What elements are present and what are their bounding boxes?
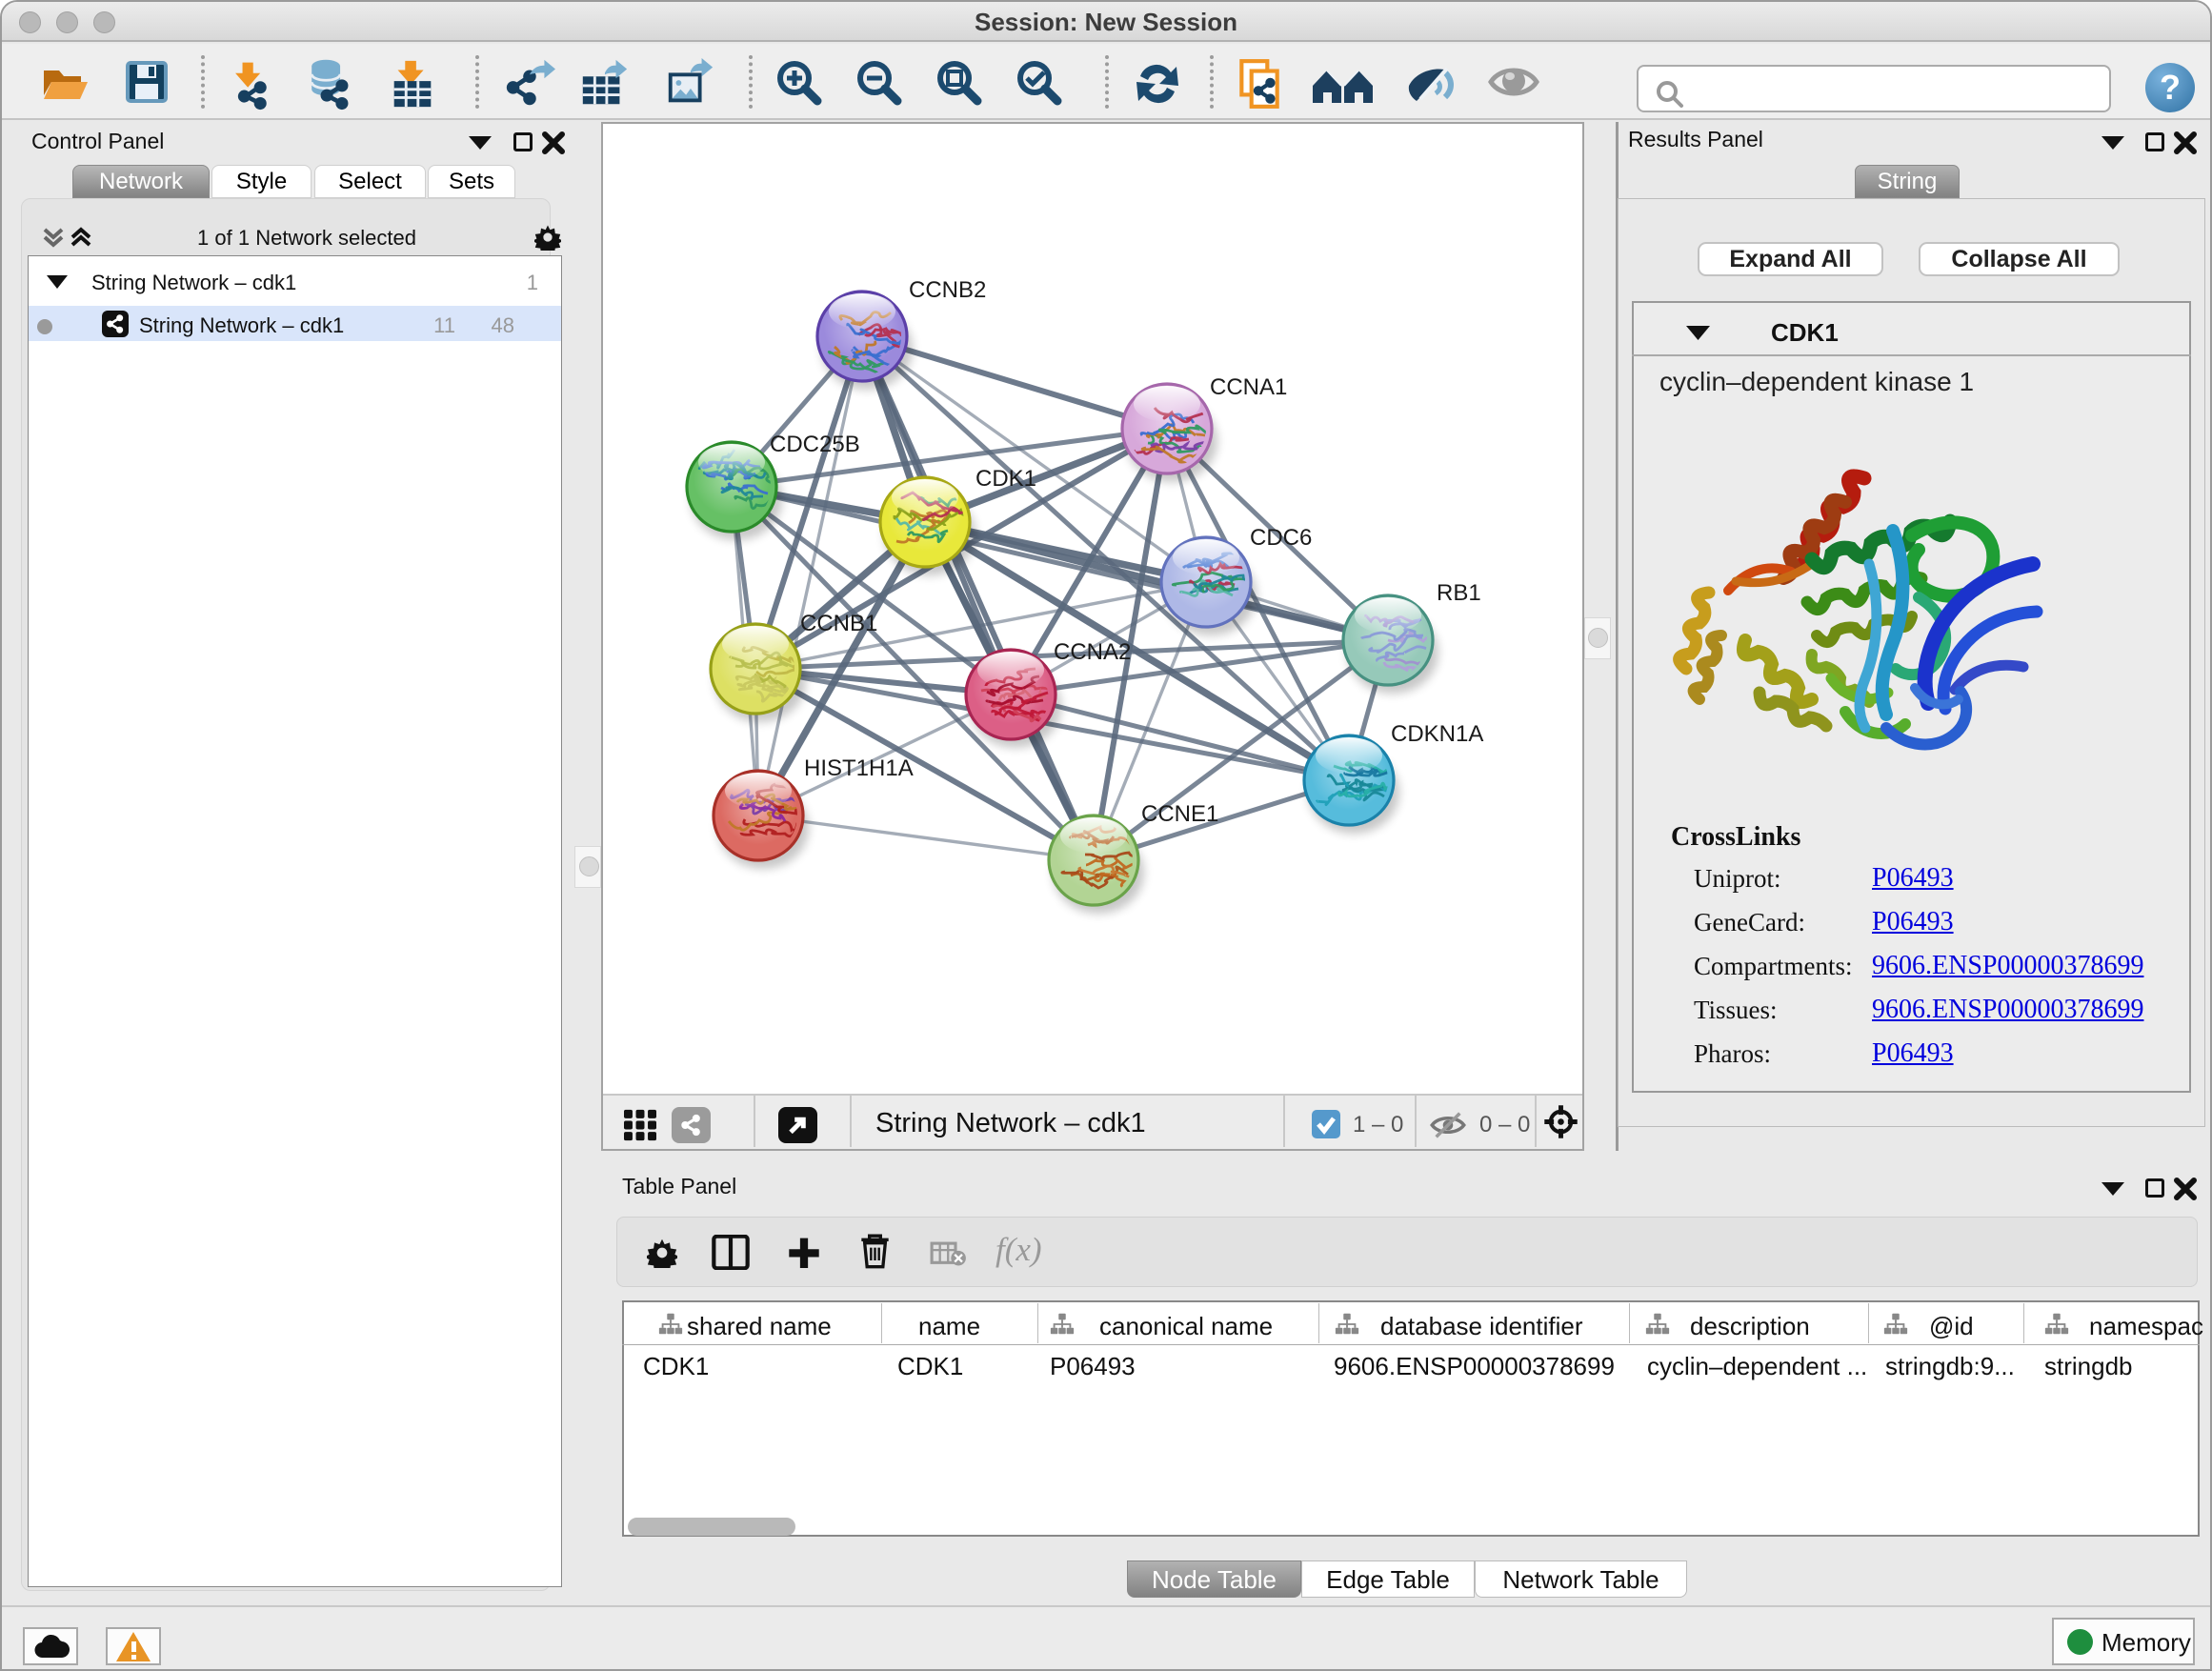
svg-text:CDC6: CDC6 <box>1250 525 1312 551</box>
svg-text:CCNE1: CCNE1 <box>1141 801 1218 827</box>
svg-text:HIST1H1A: HIST1H1A <box>804 755 914 781</box>
svg-text:CCNB2: CCNB2 <box>909 277 986 303</box>
svg-text:CCNA1: CCNA1 <box>1210 374 1287 400</box>
svg-text:CCNA2: CCNA2 <box>1054 639 1131 665</box>
svg-text:CDK1: CDK1 <box>975 466 1036 492</box>
svg-text:CDC25B: CDC25B <box>770 432 860 457</box>
svg-text:RB1: RB1 <box>1437 580 1481 606</box>
svg-text:CDKN1A: CDKN1A <box>1391 721 1483 747</box>
svg-text:CCNB1: CCNB1 <box>800 611 877 636</box>
